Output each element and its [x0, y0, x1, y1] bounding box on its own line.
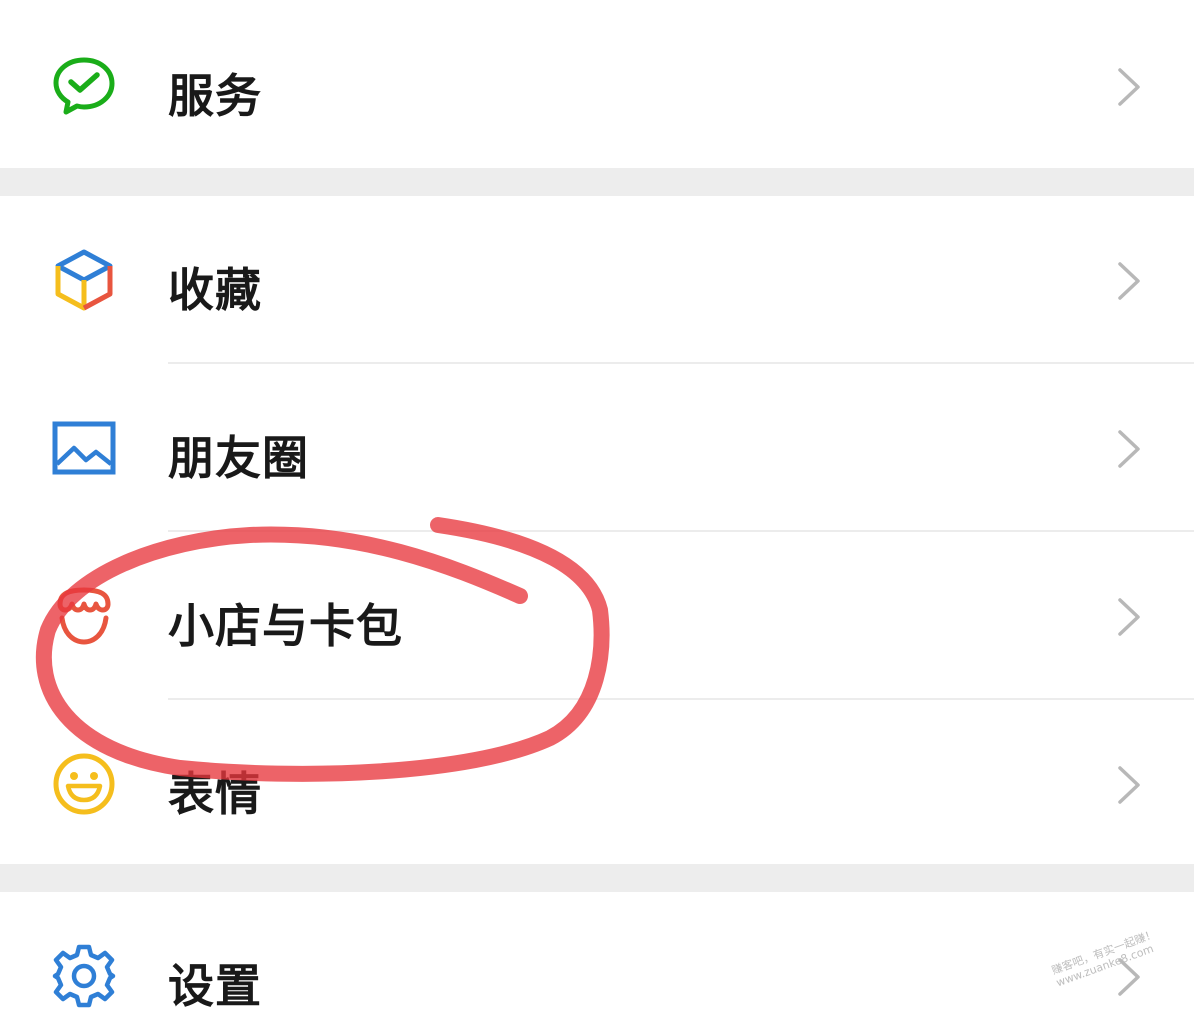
wechat-pay-check-icon	[50, 52, 118, 120]
menu-label-settings: 设置	[168, 959, 262, 1013]
menu-item-favorites[interactable]: 收藏	[0, 196, 1194, 362]
chevron-right-icon	[1114, 260, 1144, 302]
menu-label-stickers: 表情	[168, 767, 262, 821]
menu-item-settings[interactable]: 设置	[0, 892, 1194, 1028]
menu-item-cards[interactable]: 小店与卡包	[0, 532, 1194, 698]
menu-item-moments[interactable]: 朋友圈	[0, 364, 1194, 530]
cube-icon	[50, 246, 118, 314]
menu-label-moments: 朋友圈	[168, 431, 309, 485]
menu-item-stickers[interactable]: 表情	[0, 700, 1194, 864]
menu-group-services: 服务	[0, 0, 1194, 168]
smiley-icon	[50, 750, 118, 818]
picture-icon	[50, 414, 118, 482]
menu-group-main: 收藏 朋友圈 小店与卡包 表情	[0, 196, 1194, 864]
menu-label-favorites: 收藏	[168, 263, 262, 317]
menu-label-cards: 小店与卡包	[168, 599, 403, 653]
menu-item-services[interactable]: 服务	[0, 0, 1194, 168]
shop-awning-icon	[50, 582, 118, 650]
chevron-right-icon	[1114, 428, 1144, 470]
chevron-right-icon	[1114, 596, 1144, 638]
chevron-right-icon	[1114, 764, 1144, 806]
menu-label-services: 服务	[168, 69, 262, 123]
chevron-right-icon	[1114, 66, 1144, 108]
menu-group-settings: 设置	[0, 892, 1194, 1028]
gear-icon	[50, 942, 118, 1010]
